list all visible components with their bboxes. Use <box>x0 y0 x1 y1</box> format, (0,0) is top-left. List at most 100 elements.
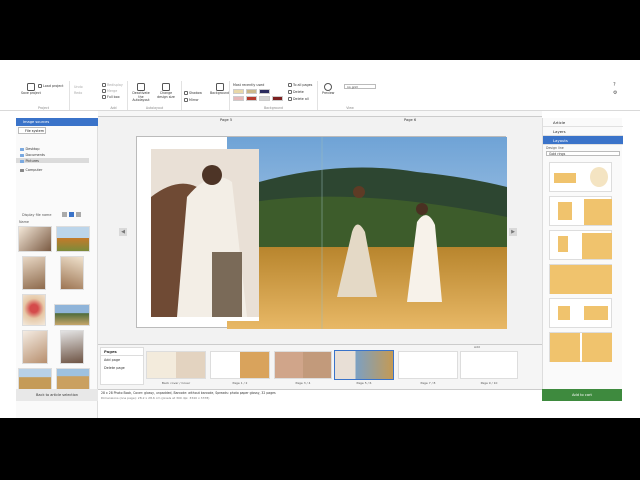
previous-page-arrow[interactable]: ◀ <box>119 228 127 236</box>
eye-icon <box>324 83 333 91</box>
image-sources-header: Image sources <box>16 118 98 126</box>
save-icon <box>26 83 35 91</box>
image-thumb[interactable] <box>56 368 90 390</box>
add-label: Add <box>474 345 480 349</box>
view-small-icon[interactable] <box>62 212 67 217</box>
background-group: Most recently used To all pages Delete D… <box>230 81 318 110</box>
add-group: Redisplay Merge Full box Add <box>100 81 128 110</box>
background-button[interactable]: Background <box>210 83 229 96</box>
pages-menu: Pages Add page Delete page <box>100 347 144 385</box>
swatch-6[interactable] <box>259 96 270 101</box>
full-box-button[interactable]: Full box <box>102 95 120 99</box>
image-thumb[interactable] <box>60 330 84 364</box>
image-thumb[interactable] <box>22 294 46 326</box>
delete-all-icon <box>288 97 292 101</box>
view-group: Preview no grid View <box>318 81 382 110</box>
layout-option[interactable] <box>549 196 612 226</box>
photobook-spread[interactable] <box>136 136 507 329</box>
image-thumb[interactable] <box>18 226 52 252</box>
pages-strip: Pages Add page Delete page Add Back cove… <box>98 344 542 389</box>
image-sources-panel: Image sources File system Desktop Docume… <box>16 118 98 418</box>
file-system-tab[interactable]: File system <box>18 127 46 134</box>
page-thumb-label: Back cover / Cover <box>161 381 191 385</box>
tree-item-documents[interactable]: Documents <box>20 153 45 157</box>
page-thumb-label: Page 7 / 8 <box>420 381 436 385</box>
redisplay-button[interactable]: Redisplay <box>102 83 123 87</box>
tree-item-computer[interactable]: Computer <box>20 168 42 172</box>
status-bar: 28 x 28 Photo Book, Cover: glossy, unpad… <box>98 389 542 401</box>
grid-select[interactable]: no grid <box>344 84 376 89</box>
design-line-select[interactable]: Gold rings <box>546 151 620 156</box>
page-right-label: Page 6 <box>404 118 417 122</box>
view-large-icon[interactable] <box>76 212 81 217</box>
swatch-3[interactable] <box>259 89 270 94</box>
page-thumb-cover[interactable] <box>146 351 206 379</box>
deactivate-autolayout-button[interactable]: Deactivate the Autolayout <box>130 83 152 103</box>
page-thumb-7-8[interactable] <box>398 351 458 379</box>
layout-option[interactable] <box>549 298 612 328</box>
image-thumb[interactable] <box>60 256 84 290</box>
name-column-header[interactable]: Name <box>19 220 29 224</box>
image-thumb[interactable] <box>22 330 48 364</box>
delete-all-button[interactable]: Delete all <box>288 97 309 101</box>
to-all-pages-button[interactable]: To all pages <box>288 83 312 87</box>
swatch-1[interactable] <box>233 89 244 94</box>
tab-layouts[interactable]: Layouts <box>543 136 623 145</box>
change-design-size-button[interactable]: Change design size <box>155 83 177 99</box>
mirror-icon <box>184 98 188 102</box>
preview-button[interactable]: Preview <box>322 83 334 96</box>
back-to-article-button[interactable]: Back to article selection <box>16 389 98 401</box>
layout-option[interactable] <box>549 332 612 362</box>
folder-icon <box>38 84 42 88</box>
tab-article[interactable]: Article <box>543 118 623 127</box>
layout-option[interactable] <box>549 162 612 192</box>
resize-icon <box>162 83 170 91</box>
page-thumb-1-2[interactable] <box>210 351 270 379</box>
swatch-2[interactable] <box>246 89 257 94</box>
undo-button[interactable]: Undo <box>74 85 83 89</box>
shadow-icon <box>184 91 188 95</box>
full-box-icon <box>102 95 106 99</box>
status-line-2: Dimensions (one page): 28.2 x 28.6 cm (p… <box>101 396 210 400</box>
shadow-checkbox[interactable]: Shadow <box>184 91 202 95</box>
layout-option[interactable] <box>549 264 612 294</box>
swatch-5[interactable] <box>246 96 257 101</box>
page-thumb-label: Page 1 / 2 <box>232 381 248 385</box>
page-thumb-5-6[interactable] <box>334 350 394 380</box>
merge-icon <box>102 89 106 93</box>
next-page-arrow[interactable]: ▶ <box>509 228 517 236</box>
display-file-name-label: Display file name <box>22 213 52 217</box>
image-thumb[interactable] <box>56 226 90 252</box>
help-icon[interactable]: ? <box>613 82 616 88</box>
spread-photo <box>147 137 507 329</box>
folder-icon <box>20 153 24 157</box>
tree-item-desktop[interactable]: Desktop <box>20 147 39 151</box>
pages-icon <box>288 83 292 87</box>
delete-background-button[interactable]: Delete <box>288 90 304 94</box>
delete-page-button[interactable]: Delete page <box>101 364 143 372</box>
folder-icon <box>20 159 24 163</box>
swatch-4[interactable] <box>233 96 244 101</box>
project-group: Save project Load project Project <box>18 81 70 110</box>
view-medium-icon[interactable] <box>69 212 74 217</box>
most-recent-label: Most recently used <box>233 83 265 87</box>
add-to-cart-button[interactable]: Add to cart <box>542 389 622 401</box>
merge-button[interactable]: Merge <box>102 89 117 93</box>
mirror-checkbox[interactable]: Mirror <box>184 98 199 102</box>
tab-layers[interactable]: Layers <box>543 127 623 136</box>
image-thumb[interactable] <box>18 368 52 390</box>
redo-button[interactable]: Redo <box>74 91 82 95</box>
effects-group: Shadow Mirror Background <box>182 81 230 110</box>
page-thumb-label: Page 5 / 6 <box>356 381 372 385</box>
layout-option[interactable] <box>549 230 612 260</box>
design-line-label: Design line <box>546 146 564 150</box>
tree-item-pictures[interactable]: Pictures <box>20 159 39 163</box>
swatch-7[interactable] <box>272 96 283 101</box>
settings-icon[interactable]: ⚙ <box>613 90 617 96</box>
load-project-button[interactable]: Load project <box>38 84 63 88</box>
add-page-button[interactable]: Add page <box>101 356 143 364</box>
image-thumb[interactable] <box>54 304 90 326</box>
image-thumb[interactable] <box>22 256 46 290</box>
page-thumb-9-10[interactable] <box>460 351 518 379</box>
page-thumb-3-4[interactable] <box>274 351 332 379</box>
